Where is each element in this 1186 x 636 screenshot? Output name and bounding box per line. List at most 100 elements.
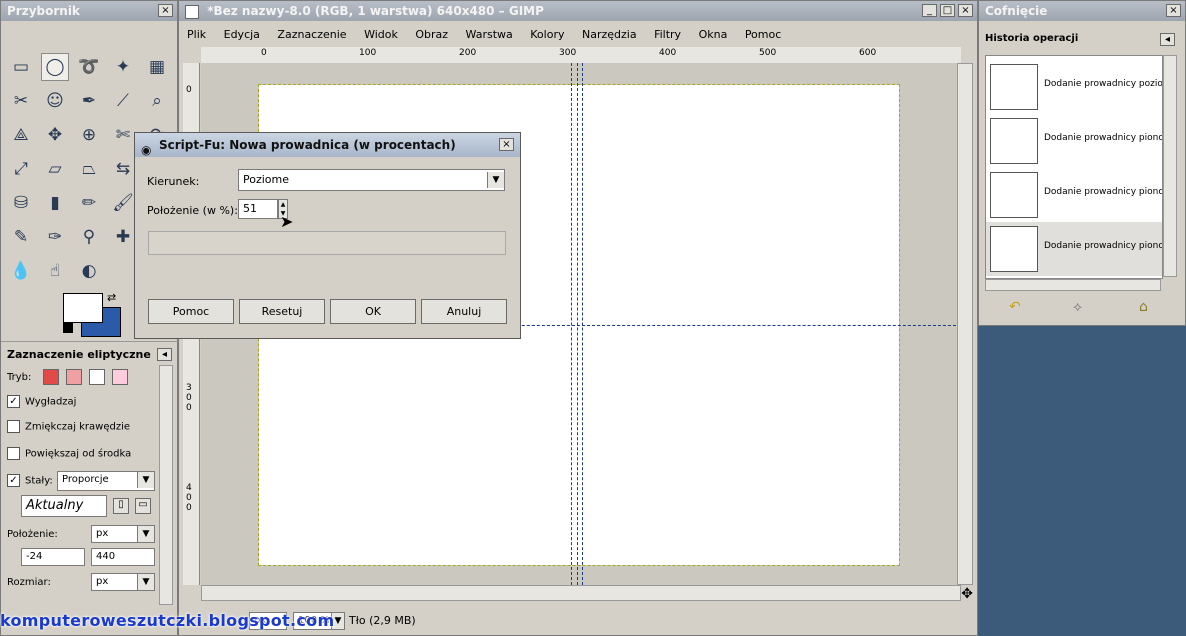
bucket-fill-icon[interactable]: ⛁	[7, 189, 35, 217]
panel-menu-icon[interactable]: ◂	[1160, 33, 1175, 46]
minimize-icon[interactable]: _	[922, 4, 937, 17]
fuzzy-select-icon[interactable]: ✦	[109, 53, 137, 81]
fixed-checkbox[interactable]: ✓	[7, 474, 20, 487]
menu-pomoc[interactable]: Pomoc	[745, 28, 781, 41]
panel-menu-icon[interactable]: ◂	[157, 348, 172, 361]
foreground-select-icon[interactable]: ☺	[41, 87, 69, 115]
airbrush-icon[interactable]: ✎	[7, 223, 35, 251]
scissors-icon[interactable]: ✂	[7, 87, 35, 115]
paths-icon[interactable]: ✒	[75, 87, 103, 115]
position-unit-select[interactable]: px ▼	[91, 525, 155, 543]
mode-intersect-icon[interactable]	[112, 369, 129, 385]
fixed-select[interactable]: Proporcje ▼	[57, 471, 155, 491]
image-titlebar[interactable]: *Bez nazwy-8.0 (RGB, 1 warstwa) 640x480 …	[179, 1, 977, 21]
scale-icon[interactable]: ⤢	[7, 155, 35, 183]
mode-replace-icon[interactable]	[42, 369, 59, 385]
perspective-icon[interactable]: ⏢	[75, 155, 103, 183]
antialias-checkbox[interactable]: ✓	[7, 395, 20, 408]
close-icon[interactable]: ×	[1166, 4, 1181, 17]
undo-titlebar[interactable]: Cofnięcie ×	[979, 1, 1185, 21]
align-icon[interactable]: ⊕	[75, 121, 103, 149]
vertical-guide[interactable]	[582, 63, 583, 585]
chevron-down-icon[interactable]: ▼	[137, 526, 154, 542]
menu-widok[interactable]: Widok	[364, 28, 398, 41]
help-button[interactable]: Pomoc	[148, 299, 234, 324]
ellipse-select-icon[interactable]: ◯	[41, 53, 69, 81]
pencil-icon[interactable]: ✏	[75, 189, 103, 217]
vertical-guide[interactable]	[577, 63, 578, 585]
fixed-row[interactable]: ✓ Stały:	[7, 474, 53, 487]
portrait-icon[interactable]: ▯	[113, 498, 129, 514]
smudge-icon[interactable]: ☝	[41, 257, 69, 285]
free-select-icon[interactable]: ➰	[75, 53, 103, 81]
reset-button[interactable]: Resetuj	[239, 299, 325, 324]
dialog-titlebar[interactable]: ◉ Script-Fu: Nowa prowadnica (w procenta…	[135, 133, 520, 157]
aspect-input[interactable]: Aktualny	[21, 495, 107, 517]
close-icon[interactable]: ×	[499, 138, 514, 151]
menu-obraz[interactable]: Obraz	[415, 28, 448, 41]
position-spinner[interactable]: 51	[238, 199, 278, 219]
redo-icon[interactable]: ⟡	[1073, 299, 1082, 315]
horizontal-ruler[interactable]: 0 100 200 300 400 500 600	[201, 47, 961, 64]
swap-colors-icon[interactable]: ⇄	[107, 291, 116, 304]
list-item[interactable]: Dodanie prowadnicy pionowej	[986, 222, 1162, 276]
cancel-button[interactable]: Anuluj	[421, 299, 507, 324]
measure-icon[interactable]: ⟁	[7, 121, 35, 149]
landscape-icon[interactable]: ▭	[135, 498, 151, 514]
menu-narzedzia[interactable]: Narzędzia	[582, 28, 637, 41]
navigate-icon[interactable]: ✥	[961, 586, 973, 602]
rect-select-icon[interactable]: ▭	[7, 53, 35, 81]
chevron-down-icon[interactable]: ▼	[487, 172, 504, 188]
color-select-icon[interactable]: ▦	[143, 53, 171, 81]
history-scrollbar[interactable]	[1163, 55, 1177, 277]
menu-okna[interactable]: Okna	[699, 28, 728, 41]
crop-icon[interactable]: ✄	[109, 121, 137, 149]
position-x-input[interactable]: -24	[21, 548, 85, 566]
paintbrush-icon[interactable]: 🖌	[109, 189, 137, 217]
ok-button[interactable]: OK	[330, 299, 416, 324]
chevron-down-icon[interactable]: ▼	[137, 574, 154, 590]
feather-checkbox[interactable]	[7, 420, 20, 433]
horizontal-scrollbar[interactable]	[201, 585, 961, 601]
history-h-scrollbar[interactable]	[985, 279, 1161, 291]
move-icon[interactable]: ✥	[41, 121, 69, 149]
history-list[interactable]: Dodanie prowadnicy poziomej Dodanie prow…	[985, 55, 1163, 279]
menu-kolory[interactable]: Kolory	[530, 28, 564, 41]
direction-select[interactable]: Poziome ▼	[238, 169, 505, 191]
list-item[interactable]: Dodanie prowadnicy pionowej	[986, 168, 1162, 222]
close-icon[interactable]: ×	[958, 4, 973, 17]
menu-warstwa[interactable]: Warstwa	[466, 28, 513, 41]
close-icon[interactable]: ×	[158, 4, 173, 17]
vertical-scrollbar[interactable]	[957, 63, 973, 585]
size-unit-select[interactable]: px ▼	[91, 573, 155, 591]
blur-icon[interactable]: 💧	[7, 257, 35, 285]
heal-icon[interactable]: ✚	[109, 223, 137, 251]
menu-edycja[interactable]: Edycja	[224, 28, 260, 41]
ink-icon[interactable]: ✑	[41, 223, 69, 251]
antialias-row[interactable]: ✓ Wygładzaj	[7, 395, 76, 408]
flip-icon[interactable]: ⇆	[109, 155, 137, 183]
list-item[interactable]: Dodanie prowadnicy pionowej	[986, 114, 1162, 168]
undo-icon[interactable]: ↶	[1009, 299, 1021, 315]
position-y-input[interactable]: 440	[91, 548, 155, 566]
mode-subtract-icon[interactable]	[88, 369, 105, 385]
default-colors-icon[interactable]	[63, 323, 73, 333]
menu-filtry[interactable]: Filtry	[654, 28, 681, 41]
vertical-guide[interactable]	[571, 63, 572, 585]
maximize-icon[interactable]: □	[940, 4, 955, 17]
list-item[interactable]: Dodanie prowadnicy poziomej	[986, 60, 1162, 114]
mode-add-icon[interactable]	[65, 369, 82, 385]
menu-plik[interactable]: Plik	[187, 28, 206, 41]
foreground-color-swatch[interactable]	[63, 293, 103, 323]
expand-row[interactable]: Powiększaj od środka	[7, 447, 131, 460]
dodge-icon[interactable]: ◐	[75, 257, 103, 285]
feather-row[interactable]: Zmiękczaj krawędzie	[7, 420, 130, 433]
expand-checkbox[interactable]	[7, 447, 20, 460]
clear-history-icon[interactable]: ⌂	[1139, 299, 1148, 315]
options-scrollbar[interactable]	[159, 365, 173, 605]
menu-zaznaczenie[interactable]: Zaznaczenie	[277, 28, 346, 41]
chevron-down-icon[interactable]: ▼	[137, 472, 154, 488]
shear-icon[interactable]: ▱	[41, 155, 69, 183]
zoom-icon[interactable]: ⌕	[143, 87, 171, 115]
blend-icon[interactable]: ▮	[41, 189, 69, 217]
